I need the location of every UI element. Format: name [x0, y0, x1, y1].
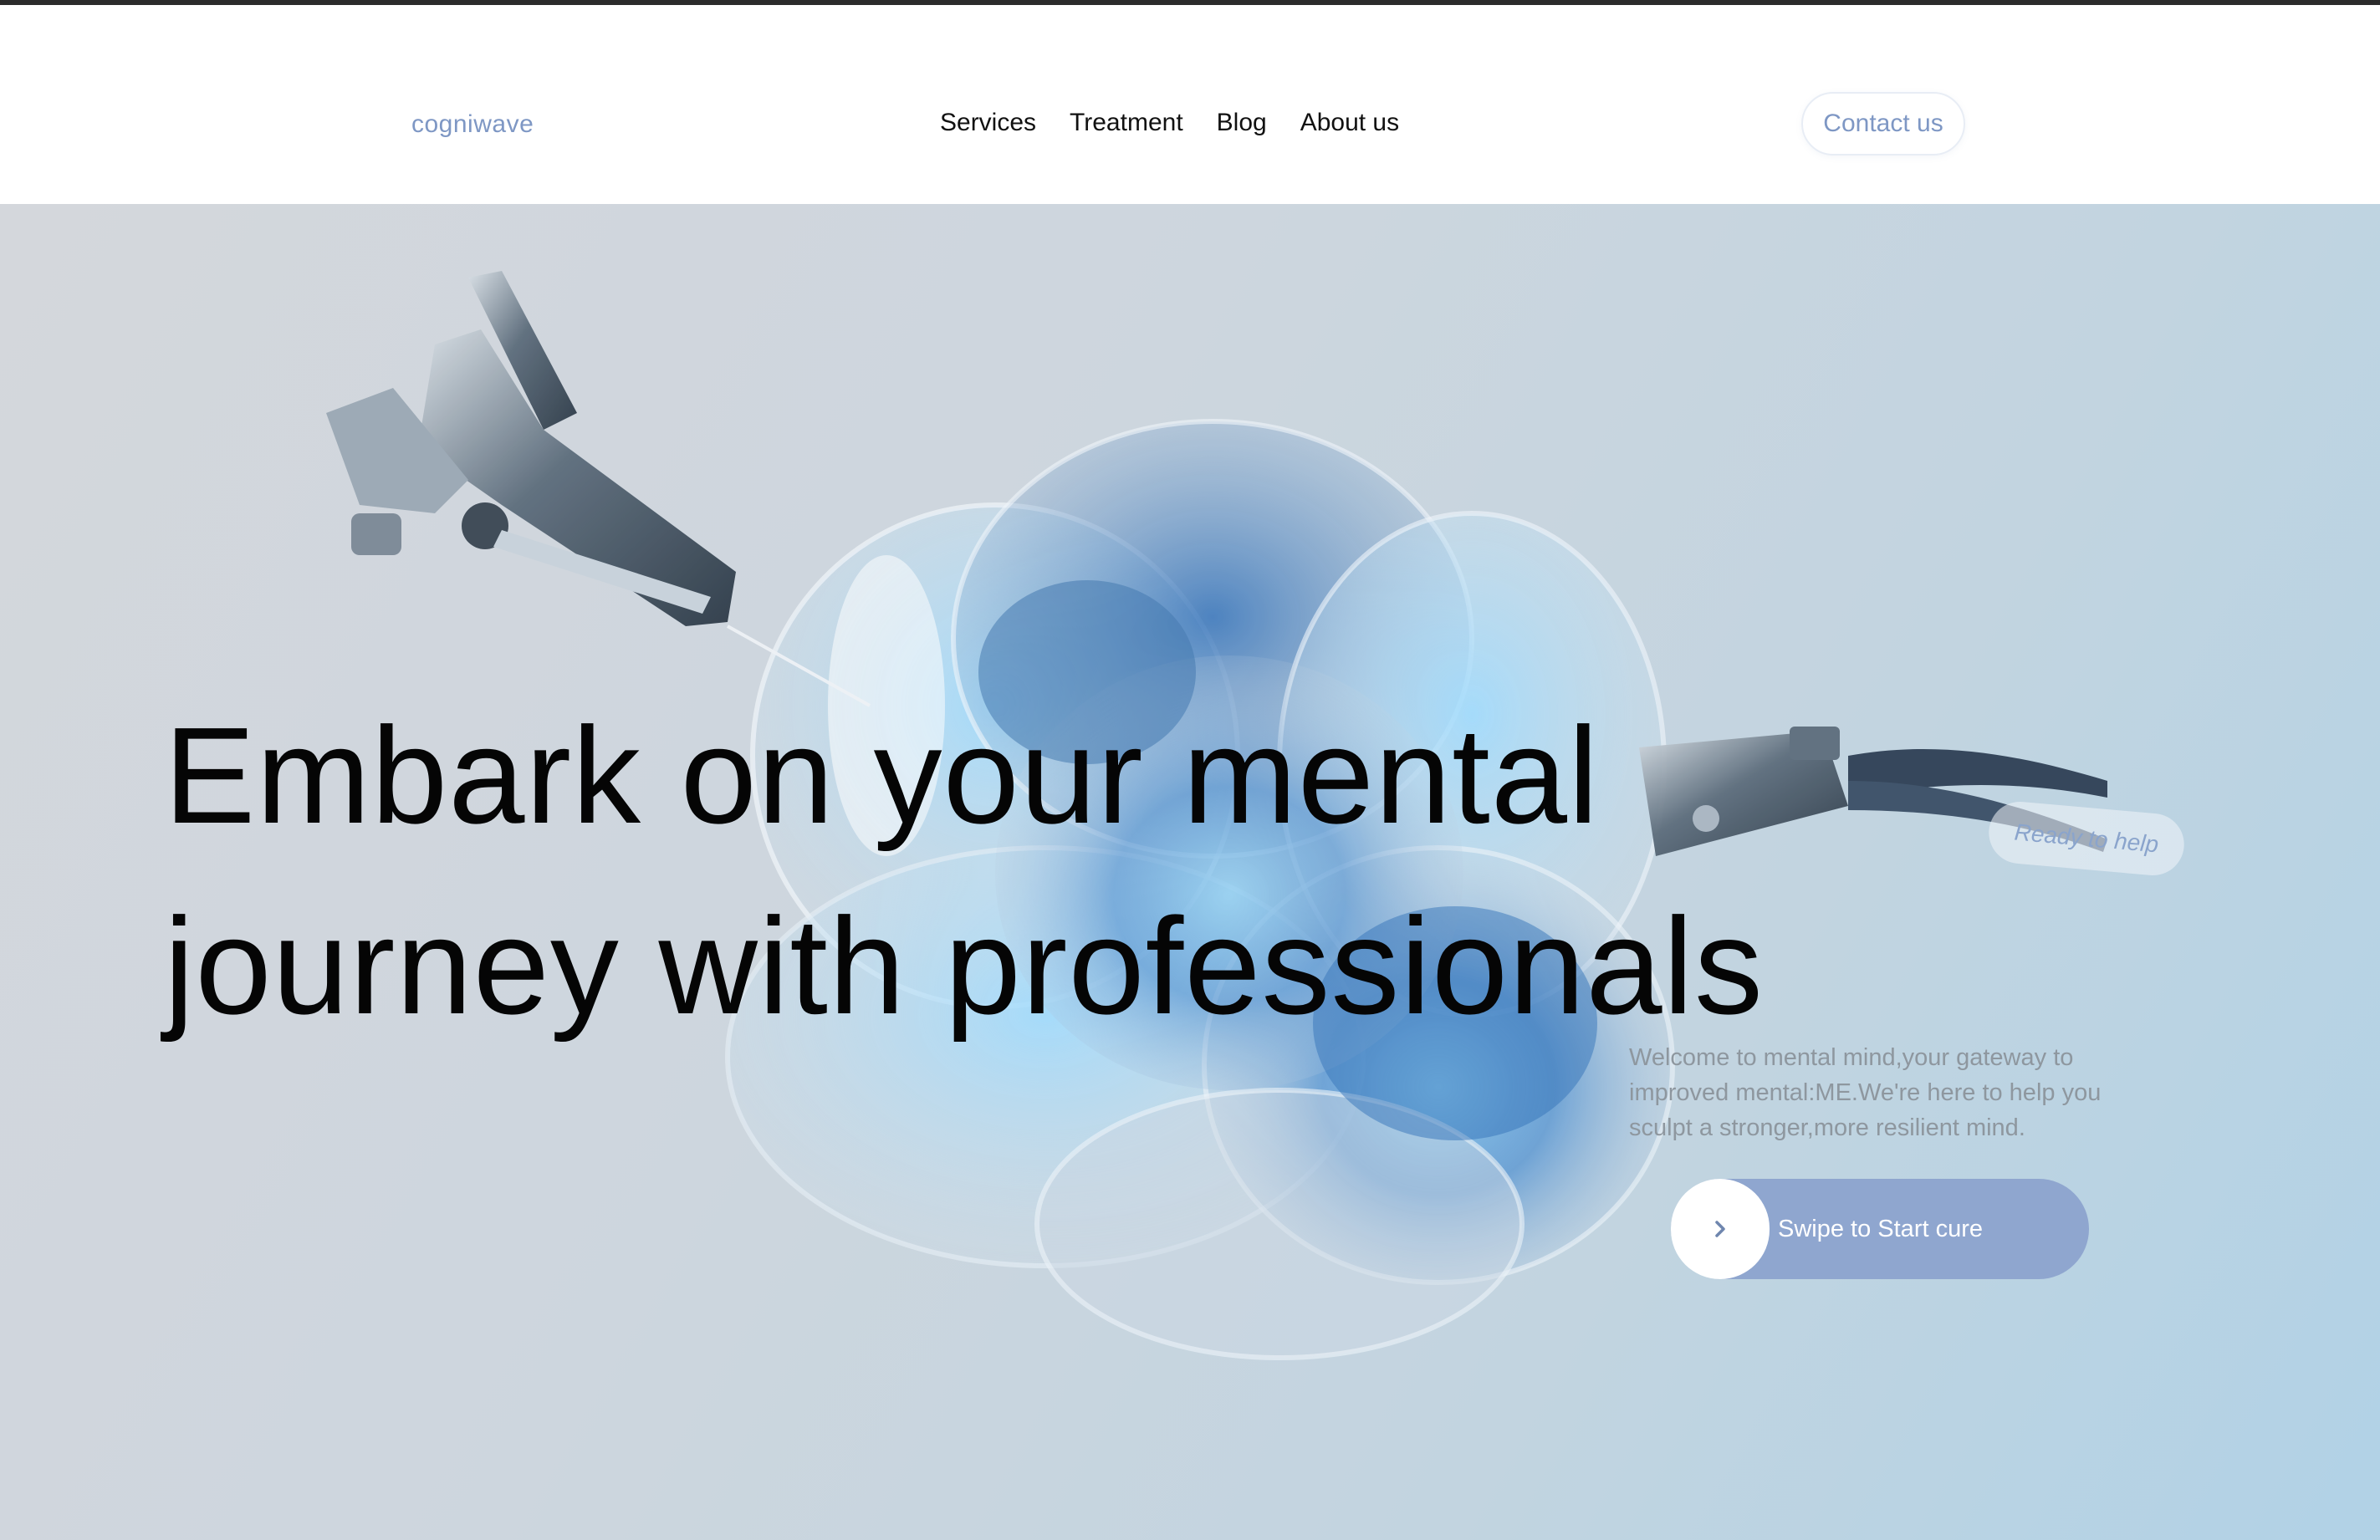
nav-item-services[interactable]: Services [940, 109, 1036, 137]
logo[interactable]: cogniwave [411, 110, 534, 139]
hero-section: Embark on your mental journey with profe… [0, 204, 2380, 1540]
chevron-right-icon [1715, 1221, 1725, 1237]
hero-headline: Embark on your mental journey with profe… [164, 681, 1764, 1062]
nav-item-blog[interactable]: Blog [1217, 109, 1267, 137]
page: cogniwave Services Treatment Blog About … [0, 0, 2380, 1540]
nav-item-treatment[interactable]: Treatment [1070, 109, 1183, 137]
main-nav: Services Treatment Blog About us [940, 109, 1399, 137]
contact-us-button[interactable]: Contact us [1801, 92, 1965, 156]
welcome-text: Welcome to mental mind,your gateway to i… [1629, 1044, 2102, 1141]
swipe-handle[interactable] [1671, 1179, 1770, 1279]
nav-item-about-us[interactable]: About us [1300, 109, 1399, 137]
hero-headline-line-1: Embark on your mental [164, 699, 1600, 852]
swipe-label: Swipe to Start cure [1778, 1215, 1983, 1242]
swipe-to-start-button[interactable]: Swipe to Start cure [1671, 1179, 2089, 1279]
site-header: cogniwave Services Treatment Blog About … [0, 5, 2380, 204]
hero-headline-line-2: journey with professionals [164, 890, 1764, 1043]
